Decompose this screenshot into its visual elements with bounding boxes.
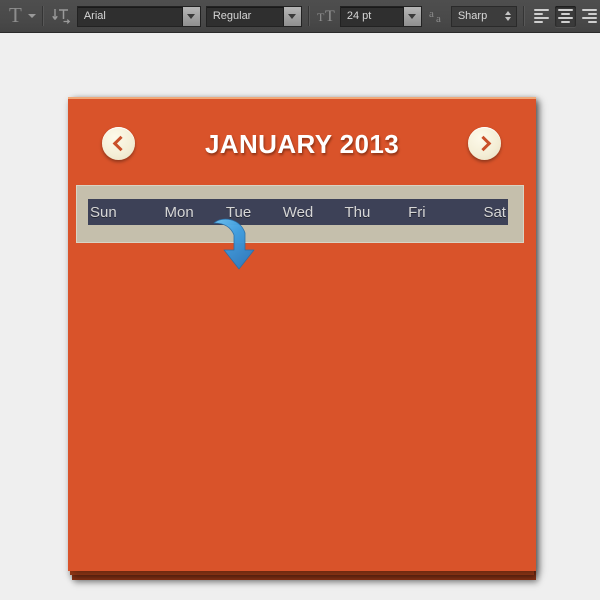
chevron-left-icon: [112, 135, 128, 152]
toolbar-divider: [41, 6, 44, 26]
svg-text:T: T: [325, 8, 335, 25]
align-left-icon[interactable]: [531, 6, 552, 27]
svg-text:T: T: [317, 10, 325, 24]
weekday-label-fri: Fri: [408, 203, 426, 221]
stepper-arrows-icon[interactable]: [501, 7, 516, 26]
chevron-down-icon[interactable]: [282, 6, 301, 26]
font-family-select[interactable]: Arial: [76, 5, 201, 27]
weekday-text-layer-selected[interactable]: Sun Mon Tue Wed Thu Fri Sat: [88, 199, 508, 225]
document-canvas[interactable]: JANUARY 2013 Sun Mon Tue Wed Thu Fri Sat: [0, 33, 600, 600]
chevron-down-icon[interactable]: [402, 6, 421, 26]
align-center-icon[interactable]: [554, 5, 576, 27]
svg-text:a: a: [429, 8, 434, 20]
chevron-right-icon: [475, 135, 491, 152]
weekday-label-sun: Sun: [90, 203, 117, 221]
svg-text:a: a: [436, 13, 441, 25]
font-style-select[interactable]: Regular: [205, 5, 302, 27]
align-right-icon[interactable]: [579, 6, 600, 27]
anti-aliasing-icon: a a: [427, 7, 451, 25]
calendar-title: JANUARY 2013: [204, 129, 400, 159]
text-orientation-icon[interactable]: [50, 5, 72, 27]
anti-aliasing-value: Sharp: [457, 9, 488, 22]
text-tool-icon: T: [9, 2, 22, 27]
anti-aliasing-select[interactable]: Sharp: [450, 5, 517, 27]
text-tool-preset-picker[interactable]: T: [9, 2, 36, 28]
font-size-select[interactable]: 24 pt: [339, 5, 422, 27]
font-style-value: Regular: [212, 9, 252, 22]
calendar-panel[interactable]: JANUARY 2013 Sun Mon Tue Wed Thu Fri Sat: [68, 97, 536, 571]
weekday-label-thu: Thu: [344, 203, 371, 221]
toolbar-divider: [307, 6, 310, 26]
weekday-label-mon: Mon: [164, 203, 194, 221]
weekday-label-tue: Tue: [225, 203, 252, 221]
prev-month-button[interactable]: [102, 127, 135, 160]
weekday-label-wed: Wed: [282, 203, 314, 221]
font-size-value: 24 pt: [346, 9, 372, 22]
font-family-value: Arial: [83, 9, 106, 22]
font-size-icon: T T: [316, 7, 340, 25]
chevron-down-icon: [27, 14, 36, 18]
weekday-label-sat: Sat: [483, 203, 506, 221]
chevron-down-icon[interactable]: [181, 6, 200, 26]
next-month-button[interactable]: [468, 127, 501, 160]
text-tool-options-toolbar: T Arial Regular T T 24 pt a a Sharp: [0, 0, 600, 33]
toolbar-divider: [522, 6, 525, 26]
